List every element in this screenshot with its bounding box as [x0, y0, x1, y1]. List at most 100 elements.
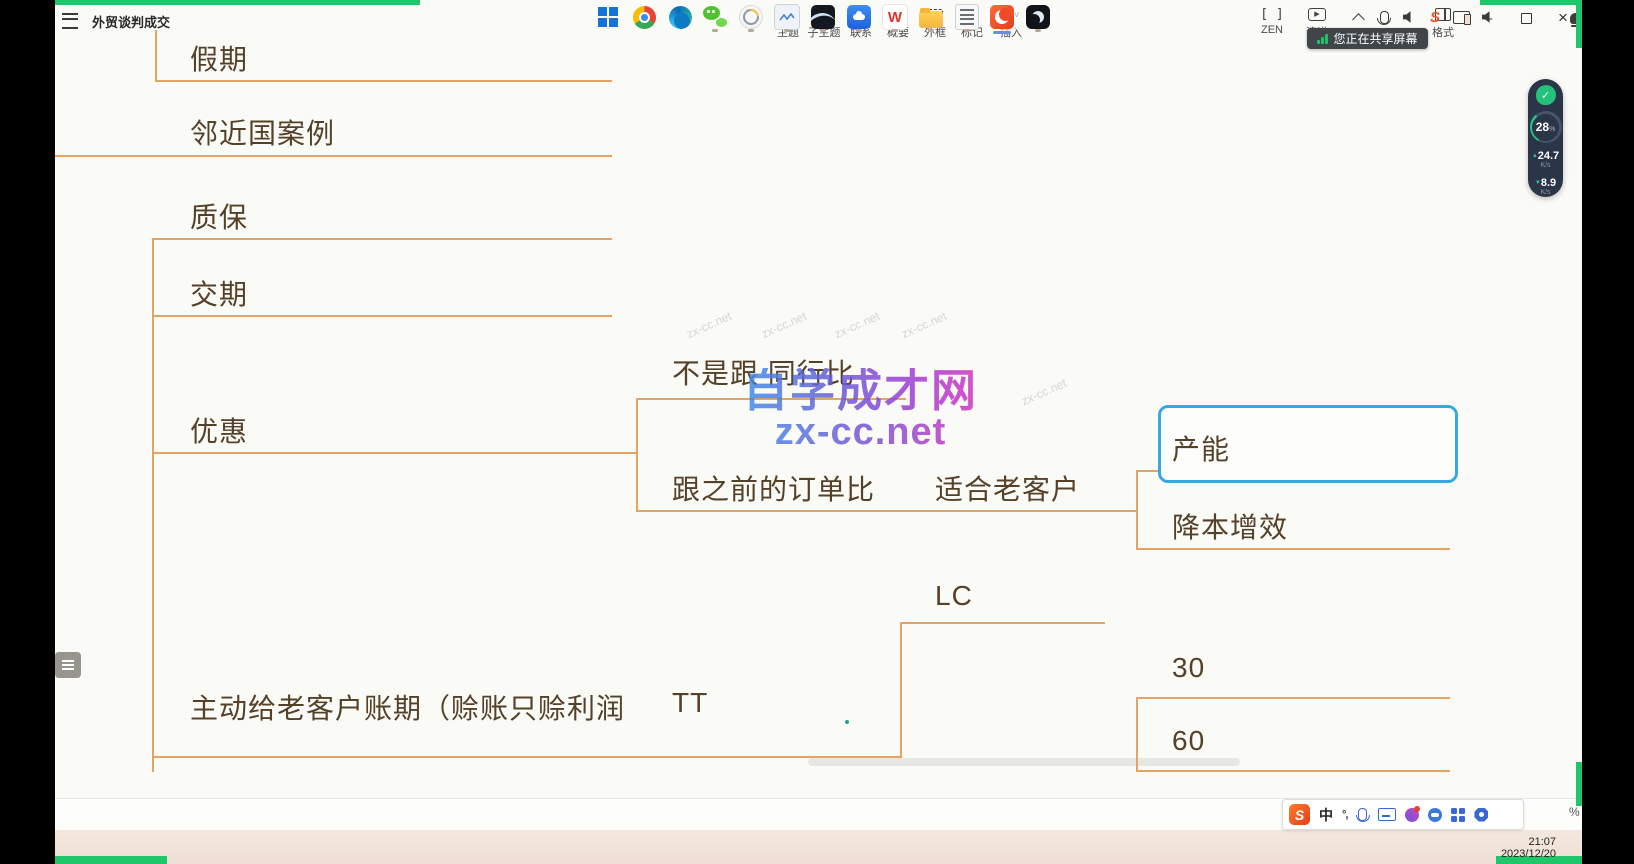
net-speed-widget[interactable]: ✓ 28% ▲24.7 K/s ▼8.9 K/s: [1528, 79, 1563, 197]
node-discount[interactable]: 优惠: [190, 410, 248, 450]
running-indicator: [892, 29, 898, 32]
node-30[interactable]: 30: [1172, 652, 1205, 684]
chrome-icon: [633, 6, 656, 29]
taskbar-browser[interactable]: [737, 3, 765, 31]
chinese-mode-icon[interactable]: 中: [1319, 805, 1333, 825]
punctuation-icon[interactable]: °,: [1342, 809, 1347, 821]
moon-app-icon: [1026, 5, 1050, 29]
watermark-faint: zx-cc.net: [832, 309, 882, 341]
browser-icon: [739, 5, 763, 29]
watermark-site: zx-cc.net: [743, 413, 978, 451]
branch-line: [152, 315, 612, 317]
tray-expand-button[interactable]: [1344, 3, 1372, 31]
taskbar-notes[interactable]: [953, 3, 981, 31]
branch-line: [1136, 697, 1138, 772]
taskbar-file-explorer[interactable]: [917, 3, 945, 31]
branch-line: [152, 238, 154, 772]
branch-line: [900, 622, 1105, 624]
artifact-dot: [845, 720, 849, 724]
skin-icon[interactable]: [1405, 808, 1419, 822]
taskbar-wechat[interactable]: [701, 3, 729, 31]
node-neighbor-country-case[interactable]: 邻近国案例: [190, 112, 335, 152]
tray-cast[interactable]: [1447, 3, 1475, 31]
node-cost-reduction[interactable]: 降本增效: [1172, 506, 1288, 546]
shared-screen: 外贸谈判成交 主题 子主题 联系 } 概要 外框 ☆ 标记 +v 插入: [55, 0, 1582, 864]
node-lc[interactable]: LC: [935, 580, 973, 612]
download-speed: ▼8.9 K/s: [1535, 177, 1556, 197]
branch-line: [1136, 770, 1450, 772]
branch-line: [1136, 548, 1450, 550]
active-app-indicator: [993, 31, 1011, 34]
branch-line: [152, 452, 636, 454]
cloud-drive-icon: [847, 5, 871, 29]
restore-button[interactable]: [1515, 8, 1537, 28]
horizontal-scrollbar[interactable]: [808, 758, 1240, 766]
settings-icon[interactable]: [1474, 808, 1488, 822]
watermark-faint: zx-cc.net: [899, 309, 949, 341]
start-button[interactable]: [594, 3, 622, 31]
branch-line: [636, 510, 1138, 512]
tray-sogou[interactable]: S: [1421, 3, 1449, 31]
taskbar-edge[interactable]: [666, 3, 694, 31]
performance-graph-icon: [774, 4, 800, 30]
node-holiday[interactable]: 假期: [190, 38, 248, 78]
running-indicator: [856, 29, 862, 32]
running-indicator: [748, 29, 754, 32]
upload-speed: ▲24.7 K/s: [1532, 150, 1559, 170]
soft-keyboard-icon[interactable]: [1378, 808, 1396, 821]
window-title: 外贸谈判成交: [92, 12, 170, 31]
node-suit-old-customers[interactable]: 适合老客户: [935, 468, 1080, 508]
node-compare-previous-orders[interactable]: 跟之前的订单比: [672, 468, 875, 508]
branch-line: [55, 155, 612, 157]
sogou-logo-icon[interactable]: S: [1289, 804, 1310, 825]
chevron-up-icon: [1352, 13, 1365, 26]
assistant-icon[interactable]: [1428, 808, 1442, 822]
folder-icon: [919, 11, 943, 28]
outline-toggle-button[interactable]: [55, 652, 81, 678]
screen-share-tooltip: 您正在共享屏幕: [1307, 28, 1428, 49]
zen-brackets-icon: [ ]: [1252, 6, 1292, 22]
branch-line: [1136, 470, 1138, 550]
branch-line: [152, 238, 612, 240]
windows-logo-icon: [598, 7, 618, 27]
branch-line: [152, 756, 902, 758]
taskbar-wps[interactable]: W: [881, 3, 909, 31]
toolbox-icon[interactable]: [1451, 808, 1465, 822]
watermark: 自学成才网 zx-cc.net: [743, 368, 978, 451]
present-play-icon: ▶: [1297, 6, 1337, 22]
running-indicator: [712, 29, 718, 32]
watermark-faint: zx-cc.net: [759, 309, 809, 341]
list-icon: [62, 664, 74, 666]
hamburger-menu-icon[interactable]: [62, 13, 78, 29]
node-60[interactable]: 60: [1172, 725, 1205, 757]
taskbar-mindmap-app-active[interactable]: [986, 2, 1018, 32]
taskbar-chrome[interactable]: [630, 3, 658, 31]
taskbar-cloud-app[interactable]: [845, 3, 873, 31]
volume-icon: [1482, 11, 1495, 24]
node-credit-terms[interactable]: 主动给老客户账期（赊账只赊利润: [190, 687, 625, 727]
node-warranty[interactable]: 质保: [190, 196, 248, 236]
voice-input-icon[interactable]: [1358, 808, 1367, 821]
branch-line: [155, 30, 157, 82]
toolbar-zen-button[interactable]: [ ] ZEN: [1252, 6, 1292, 36]
tray-audio-device[interactable]: [1395, 3, 1423, 31]
tray-time: 21:07: [1494, 836, 1556, 848]
share-border-segment: [1576, 0, 1582, 48]
sogou-input-bar[interactable]: S 中 °,: [1282, 799, 1524, 830]
taskbar-moon-app[interactable]: [1024, 3, 1052, 31]
taskbar-dark-app[interactable]: [809, 3, 837, 31]
tray-microphone[interactable]: [1370, 3, 1398, 31]
tray-date: 2023/12/20: [1494, 848, 1556, 860]
node-tt[interactable]: TT: [672, 687, 708, 719]
running-indicator: [928, 29, 934, 32]
mindmap-app-icon: [990, 5, 1014, 29]
node-delivery-time[interactable]: 交期: [190, 273, 248, 313]
tray-volume[interactable]: [1474, 3, 1502, 31]
watermark-title: 自学成才网: [743, 368, 978, 413]
clock[interactable]: 21:07 2023/12/20: [1494, 836, 1556, 860]
branch-line: [155, 80, 612, 82]
running-indicator: [820, 29, 826, 32]
share-border-segment: [1480, 0, 1582, 5]
signal-bars-icon: [1317, 33, 1328, 44]
taskbar-task-manager[interactable]: [773, 3, 801, 31]
